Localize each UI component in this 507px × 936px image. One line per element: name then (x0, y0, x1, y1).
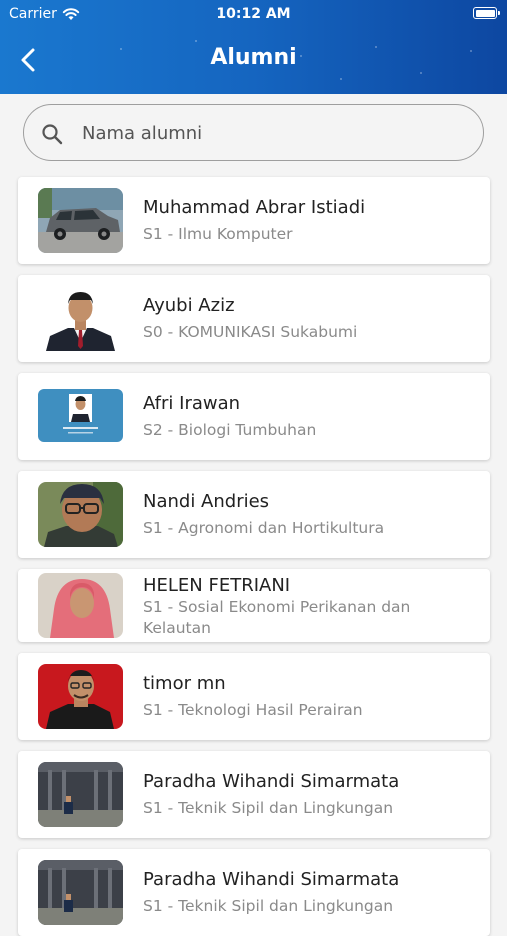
alumni-photo (38, 188, 123, 253)
alumni-program: S0 - KOMUNIKASI Sukabumi (143, 323, 358, 341)
alumni-card[interactable]: Paradha Wihandi Simarmata S1 - Teknik Si… (18, 849, 490, 936)
status-time: 10:12 AM (216, 6, 291, 22)
status-bar: Carrier 10:12 AM (0, 0, 507, 30)
alumni-name: Afri Irawan (143, 393, 241, 414)
search-icon (40, 122, 64, 151)
alumni-photo (38, 384, 123, 449)
alumni-program: S1 - Teknik Sipil dan Lingkungan (143, 799, 394, 817)
alumni-card[interactable]: Ayubi Aziz S0 - KOMUNIKASI Sukabumi (18, 275, 490, 362)
alumni-card[interactable]: Afri Irawan S2 - Biologi Tumbuhan (18, 373, 490, 460)
alumni-photo (38, 286, 123, 351)
alumni-program: S1 - Teknik Sipil dan Lingkungan (143, 897, 394, 915)
alumni-name: timor mn (143, 673, 226, 694)
alumni-program: S1 - Agronomi dan Hortikultura (143, 519, 385, 537)
alumni-photo (38, 762, 123, 827)
search-input[interactable] (80, 117, 464, 149)
alumni-card[interactable]: Nandi Andries S1 - Agronomi dan Hortikul… (18, 471, 490, 558)
search-bar[interactable] (23, 104, 484, 161)
alumni-name: Paradha Wihandi Simarmata (143, 771, 400, 792)
alumni-photo (38, 664, 123, 729)
battery-icon (473, 7, 500, 19)
alumni-program: S1 - Ilmu Komputer (143, 225, 293, 243)
alumni-photo (38, 860, 123, 925)
alumni-card[interactable]: timor mn S1 - Teknologi Hasil Perairan (18, 653, 490, 740)
alumni-program: S2 - Biologi Tumbuhan (143, 421, 317, 439)
alumni-card[interactable]: Muhammad Abrar Istiadi S1 - Ilmu Kompute… (18, 177, 490, 264)
alumni-name: Ayubi Aziz (143, 295, 235, 316)
alumni-card[interactable]: Paradha Wihandi Simarmata S1 - Teknik Si… (18, 751, 490, 838)
alumni-card[interactable]: HELEN FETRIANI S1 - Sosial Ekonomi Perik… (18, 569, 490, 642)
alumni-name: Nandi Andries (143, 491, 270, 512)
alumni-photo (38, 573, 123, 638)
alumni-program: S1 - Sosial Ekonomi Perikanan dan Kelaut… (143, 598, 411, 637)
alumni-photo (38, 482, 123, 547)
alumni-name: Paradha Wihandi Simarmata (143, 869, 400, 890)
page-title: Alumni (210, 45, 297, 70)
alumni-name: Muhammad Abrar Istiadi (143, 197, 366, 218)
alumni-program: S1 - Teknologi Hasil Perairan (143, 701, 363, 719)
alumni-name: HELEN FETRIANI (143, 575, 291, 596)
app-header: Carrier 10:12 AM Alumni (0, 0, 507, 94)
